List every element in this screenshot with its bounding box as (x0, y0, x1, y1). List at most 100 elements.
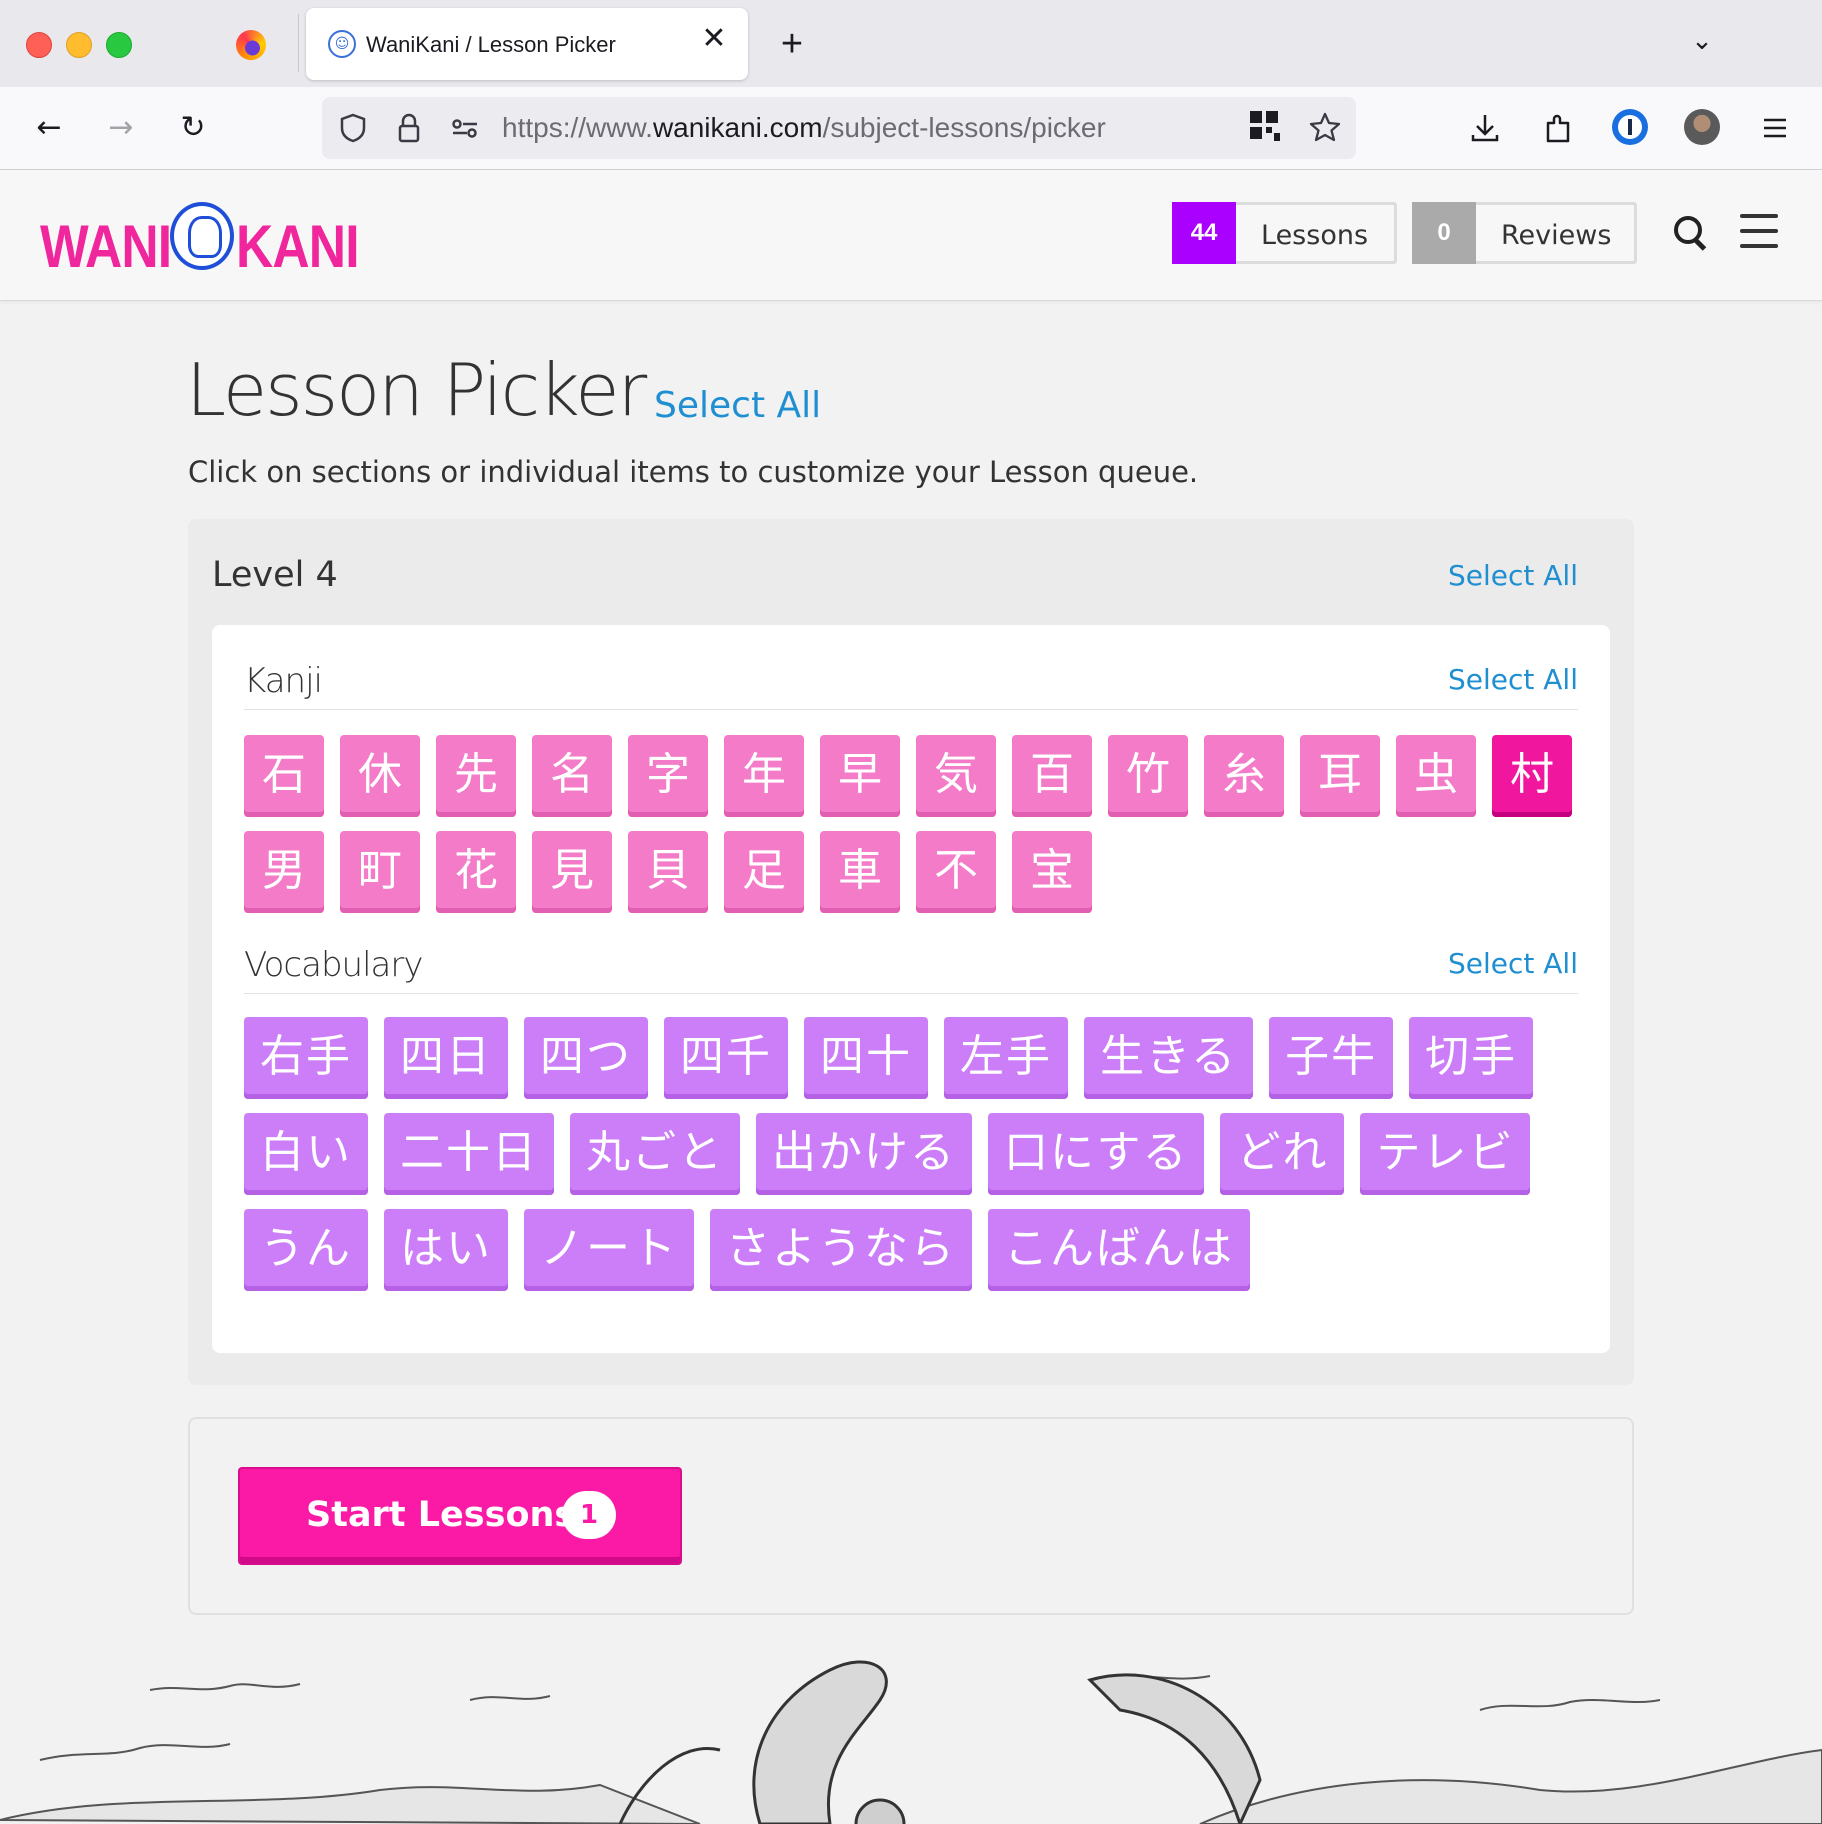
site-header: WANI KANI 44 Lessons 0 Reviews (0, 170, 1822, 301)
vocabulary-section-title: Vocabulary (244, 945, 423, 985)
kanji-item[interactable]: 先 (436, 735, 516, 817)
vocabulary-item[interactable]: はい (384, 1209, 508, 1291)
lessons-count-badge: 44 (1172, 202, 1236, 264)
vocabulary-item[interactable]: 右手 (244, 1017, 368, 1099)
kanji-item[interactable]: 石 (244, 735, 324, 817)
browser-window: ☺ WaniKani / Lesson Picker ✕ + ⌄ ← → ↻ h… (0, 0, 1822, 1824)
lock-icon[interactable] (390, 109, 428, 147)
logo-text-wani: WANI (40, 213, 172, 280)
kanji-item[interactable]: 気 (916, 735, 996, 817)
kanji-item[interactable]: 貝 (628, 831, 708, 913)
tab-active[interactable]: ☺ WaniKani / Lesson Picker ✕ (306, 8, 748, 80)
downloads-icon[interactable] (1464, 107, 1506, 149)
extensions-puzzle-icon[interactable] (1538, 107, 1580, 149)
kanji-item[interactable]: 足 (724, 831, 804, 913)
url-path: /subject-lessons/picker (822, 112, 1106, 143)
kanji-item[interactable]: 百 (1012, 735, 1092, 817)
qr-code-icon[interactable] (1250, 111, 1280, 141)
vocabulary-item[interactable]: さようなら (710, 1209, 972, 1291)
firefox-icon[interactable] (236, 30, 266, 60)
kanji-item[interactable]: 村 (1492, 735, 1572, 817)
vocabulary-item[interactable]: 生きる (1084, 1017, 1254, 1099)
level-card: Level 4 Select All Kanji Select All 石休先名… (188, 519, 1634, 1385)
zoom-window-button[interactable] (106, 32, 132, 58)
kanji-item[interactable]: 花 (436, 831, 516, 913)
close-window-button[interactable] (26, 32, 52, 58)
tab-bar: ☺ WaniKani / Lesson Picker ✕ + ⌄ (0, 0, 1822, 87)
vocabulary-item[interactable]: 左手 (944, 1017, 1068, 1099)
kanji-divider (244, 709, 1578, 710)
start-lessons-label: Start Lessons (306, 1495, 576, 1535)
crabigator-footer-illustration (0, 1660, 1822, 1824)
new-tab-button[interactable]: + (772, 24, 812, 64)
search-icon[interactable] (1670, 212, 1710, 252)
kanji-item[interactable]: 糸 (1204, 735, 1284, 817)
hamburger-menu-icon[interactable] (1740, 214, 1778, 248)
reload-button[interactable]: ↻ (172, 107, 214, 149)
vocabulary-item[interactable]: 二十日 (384, 1113, 554, 1195)
start-lessons-count-badge: 1 (562, 1491, 616, 1539)
kanji-item[interactable]: 虫 (1396, 735, 1476, 817)
tab-list-chevron-icon[interactable]: ⌄ (1684, 26, 1720, 62)
reviews-count-badge: 0 (1412, 202, 1476, 264)
reviews-button[interactable]: 0 Reviews (1412, 202, 1637, 264)
site-permissions-icon[interactable] (446, 109, 484, 147)
close-tab-icon[interactable]: ✕ (698, 24, 730, 56)
wanikani-favicon-icon: ☺ (328, 30, 356, 58)
back-button[interactable]: ← (28, 107, 70, 149)
kanji-item[interactable]: 名 (532, 735, 612, 817)
vocabulary-item[interactable]: 切手 (1409, 1017, 1534, 1099)
kanji-item[interactable]: 字 (628, 735, 708, 817)
vocabulary-item[interactable]: 白い (244, 1113, 368, 1195)
navigation-toolbar: ← → ↻ https://www.wanikani.com/subject-l… (0, 87, 1822, 170)
kanji-item-list: 石休先名字年早気百竹糸耳虫村男町花見貝足車不宝 (244, 735, 1584, 913)
vocabulary-select-all-link[interactable]: Select All (1448, 947, 1578, 980)
account-avatar[interactable] (1684, 109, 1720, 145)
tab-separator (298, 14, 299, 72)
bookmark-star-icon[interactable] (1306, 109, 1344, 147)
vocabulary-item[interactable]: うん (244, 1209, 368, 1291)
kanji-item[interactable]: 車 (820, 831, 900, 913)
tab-title: WaniKani / Lesson Picker (366, 32, 616, 57)
kanji-item[interactable]: 年 (724, 735, 804, 817)
vocabulary-item[interactable]: 四日 (384, 1017, 508, 1099)
start-lessons-button[interactable]: Start Lessons 1 (238, 1467, 682, 1565)
url-bar[interactable]: https://www.wanikani.com/subject-lessons… (322, 97, 1356, 159)
lessons-button[interactable]: 44 Lessons (1172, 202, 1397, 264)
kanji-select-all-link[interactable]: Select All (1448, 663, 1578, 696)
start-lessons-card: Start Lessons 1 (188, 1417, 1634, 1615)
forward-button[interactable]: → (100, 107, 142, 149)
tracking-protection-shield-icon[interactable] (334, 109, 372, 147)
vocabulary-item[interactable]: 子牛 (1269, 1017, 1394, 1099)
password-manager-extension-icon[interactable] (1612, 109, 1648, 145)
level-title: Level 4 (212, 555, 338, 595)
vocabulary-item[interactable]: 出かける (756, 1113, 972, 1195)
select-all-link[interactable]: Select All (654, 385, 821, 426)
app-menu-icon[interactable] (1754, 107, 1796, 149)
kanji-item[interactable]: 男 (244, 831, 324, 913)
logo-text-kani: KANI (236, 213, 360, 280)
level-select-all-link[interactable]: Select All (1448, 559, 1578, 592)
subjects-panel: Kanji Select All 石休先名字年早気百竹糸耳虫村男町花見貝足車不宝… (212, 625, 1610, 1353)
kanji-item[interactable]: 町 (340, 831, 420, 913)
vocabulary-item[interactable]: 四千 (664, 1017, 788, 1099)
vocabulary-item[interactable]: どれ (1220, 1113, 1345, 1195)
kanji-item[interactable]: 見 (532, 831, 612, 913)
vocabulary-item[interactable]: テレビ (1360, 1113, 1531, 1195)
crabigator-mascot-icon (170, 202, 234, 270)
vocabulary-item[interactable]: こんばんは (988, 1209, 1250, 1291)
kanji-item[interactable]: 不 (916, 831, 996, 913)
url-text[interactable]: https://www.wanikani.com/subject-lessons… (502, 112, 1106, 144)
kanji-item[interactable]: 宝 (1012, 831, 1092, 913)
vocabulary-item[interactable]: 口にする (988, 1113, 1205, 1195)
kanji-item[interactable]: 早 (820, 735, 900, 817)
vocabulary-item[interactable]: 四つ (524, 1017, 648, 1099)
minimize-window-button[interactable] (66, 32, 92, 58)
vocabulary-item[interactable]: ノート (524, 1209, 694, 1291)
vocabulary-item[interactable]: 四十 (804, 1017, 928, 1099)
kanji-item[interactable]: 竹 (1108, 735, 1188, 817)
kanji-item[interactable]: 耳 (1300, 735, 1380, 817)
vocabulary-item[interactable]: 丸ごと (570, 1113, 740, 1195)
kanji-item[interactable]: 休 (340, 735, 420, 817)
reviews-label: Reviews (1501, 220, 1612, 251)
